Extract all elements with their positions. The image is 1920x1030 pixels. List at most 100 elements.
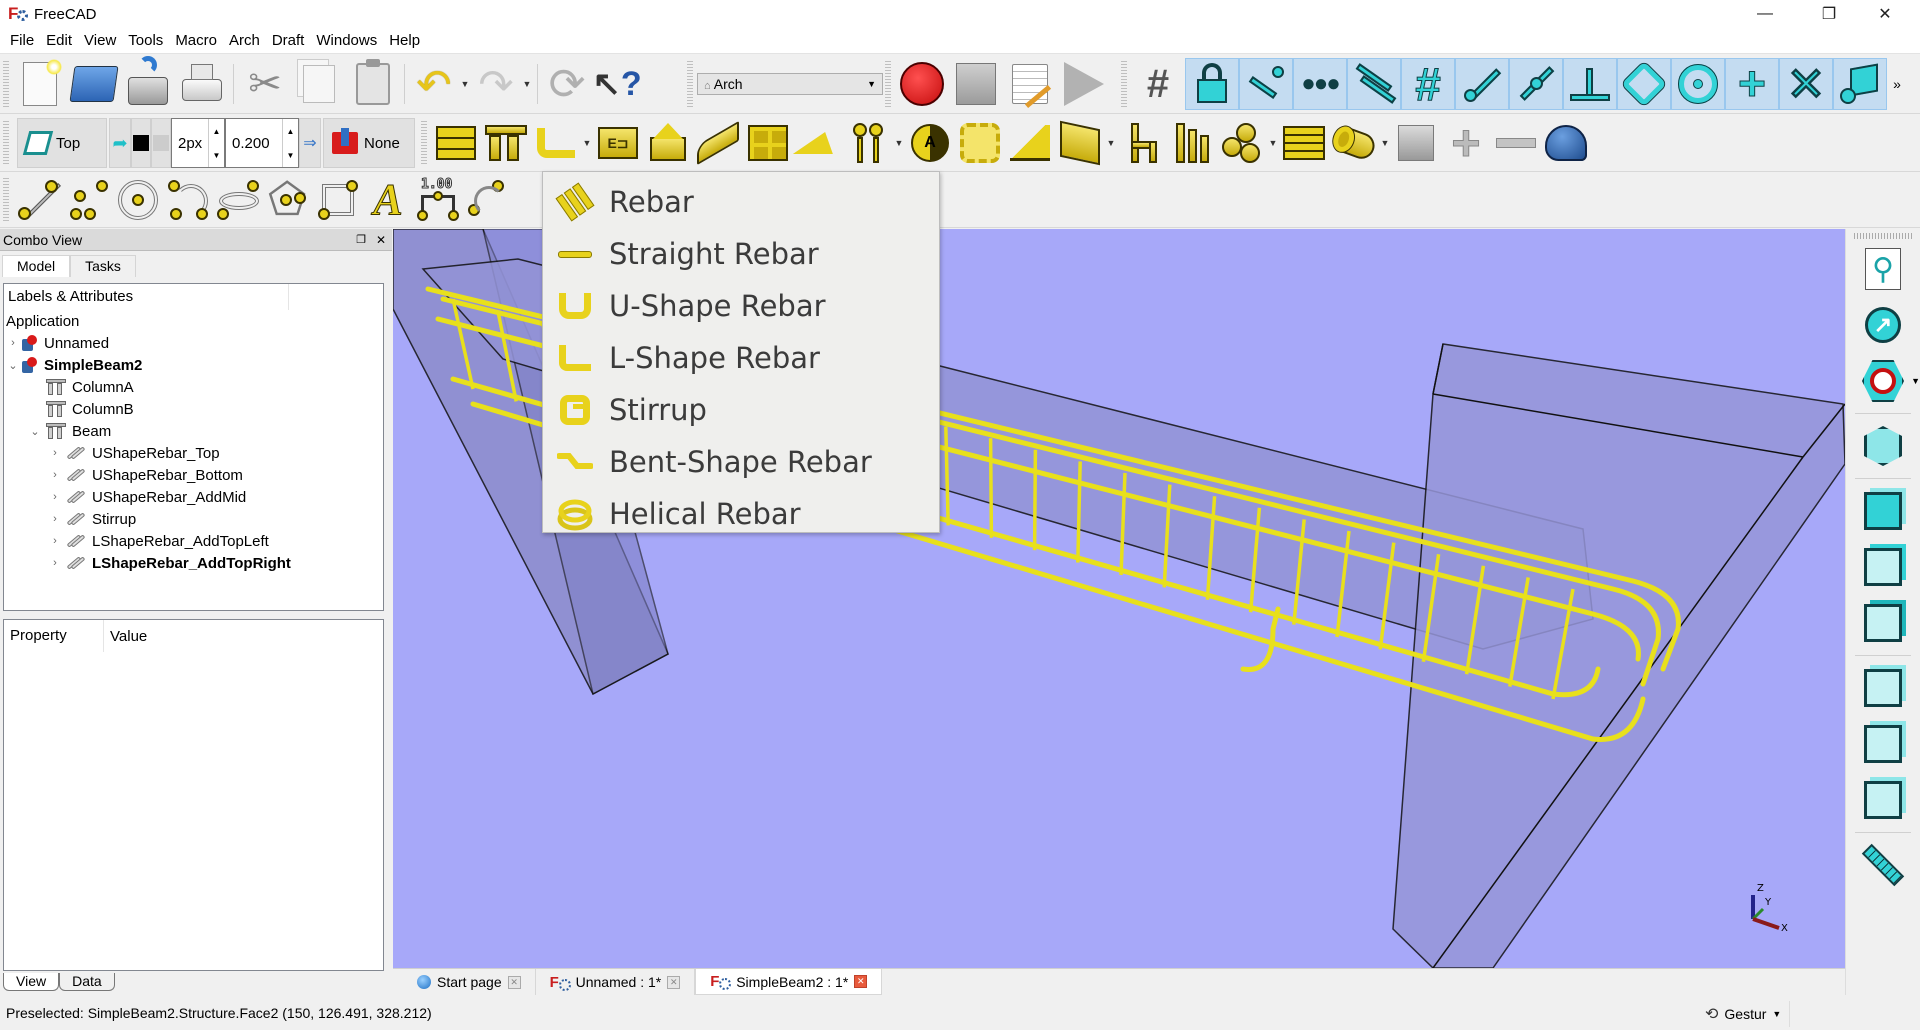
tree-item-ushaperebar-bottom[interactable]: › UShapeRebar_Bottom	[4, 464, 383, 486]
refresh-button[interactable]: ⟳	[542, 60, 592, 109]
close-tab-icon[interactable]: ✕	[507, 975, 521, 989]
fit-selection-button[interactable]: ↗	[1856, 299, 1910, 351]
view-isometric-button[interactable]	[1856, 420, 1910, 472]
menu-item-rebar[interactable]: Rebar	[543, 176, 939, 228]
draft-text-button[interactable]: A	[363, 175, 413, 225]
value-column-header[interactable]: Value	[104, 628, 147, 645]
tab-start-page[interactable]: Start page ✕	[403, 969, 536, 995]
expand-icon[interactable]: ›	[48, 447, 62, 459]
view-front-button[interactable]	[1856, 485, 1910, 537]
arch-section-plane-button[interactable]: A	[905, 119, 955, 167]
expand-icon[interactable]: ›	[6, 337, 20, 349]
tab-tasks[interactable]: Tasks	[70, 255, 136, 277]
line-color-button[interactable]	[131, 118, 151, 168]
arch-floor-button[interactable]: E⊐	[593, 119, 643, 167]
face-color-button[interactable]	[151, 118, 171, 168]
execute-macro-button[interactable]	[1057, 58, 1111, 110]
tree-item-lshaperebar-addtopleft[interactable]: › LShapeRebar_AddTopLeft	[4, 530, 383, 552]
arch-pipe-button[interactable]	[1328, 119, 1379, 167]
arch-frame-button[interactable]	[1167, 119, 1217, 167]
snap-midpoint-button[interactable]: ●●●	[1293, 58, 1347, 110]
snap-ortho-button[interactable]: +	[1725, 57, 1779, 111]
arch-structure-button[interactable]	[481, 119, 531, 167]
menu-help[interactable]: Help	[383, 28, 426, 54]
snap-near-button[interactable]	[1563, 58, 1617, 110]
spin-down-icon[interactable]: ▼	[287, 151, 295, 160]
edit-macros-button[interactable]	[1003, 58, 1057, 110]
font-size-input[interactable]: 0.200 ▲ ▼	[225, 118, 299, 168]
arch-fence-button[interactable]	[1217, 119, 1267, 167]
tree-item-ushaperebar-top[interactable]: › UShapeRebar_Top	[4, 442, 383, 464]
expand-icon[interactable]: ›	[48, 535, 62, 547]
close-tab-icon[interactable]: ✕	[854, 975, 868, 988]
save-document-button[interactable]	[121, 56, 175, 110]
redo-button[interactable]: ↷	[471, 60, 521, 108]
arch-schedule-button[interactable]	[1279, 119, 1329, 167]
menu-item-helical-rebar[interactable]: Helical Rebar	[543, 488, 939, 540]
menu-item-l-shape-rebar[interactable]: L-Shape Rebar	[543, 332, 939, 384]
snap-working-plane-button[interactable]	[1833, 58, 1887, 110]
cells-dropdown[interactable]: ▼	[1267, 138, 1279, 148]
open-document-button[interactable]	[67, 58, 121, 110]
apply-style-button[interactable]: ⇒	[299, 118, 321, 168]
arch-building-button[interactable]	[643, 119, 693, 167]
copy-button[interactable]	[292, 58, 346, 110]
construction-mode-button[interactable]: ➦	[109, 118, 131, 168]
stop-macro-button[interactable]	[949, 58, 1003, 110]
draft-wire-button[interactable]	[63, 176, 113, 224]
tab-model[interactable]: Model	[2, 255, 71, 277]
arch-survey-button[interactable]	[1541, 119, 1591, 167]
tree-item-stirrup[interactable]: › Stirrup	[4, 508, 383, 530]
print-button[interactable]	[175, 58, 229, 110]
draft-rectangle-button[interactable]	[313, 176, 363, 224]
menu-item-stirrup[interactable]: Stirrup	[543, 384, 939, 436]
view-rear-button[interactable]	[1856, 662, 1910, 714]
snap-extension-button[interactable]	[1509, 58, 1563, 110]
menu-arch[interactable]: Arch	[223, 28, 266, 54]
tab-view[interactable]: View	[3, 973, 60, 991]
close-panel-icon[interactable]: ✕	[376, 233, 386, 247]
snap-intersection-button[interactable]: #	[1401, 58, 1455, 111]
draw-style-dropdown[interactable]: ▼	[1911, 376, 1920, 386]
draft-line-button[interactable]	[13, 176, 63, 224]
menu-tools[interactable]: Tools	[122, 28, 169, 54]
menu-item-u-shape-rebar[interactable]: U-Shape Rebar	[543, 280, 939, 332]
menu-windows[interactable]: Windows	[310, 28, 383, 54]
arch-component-button[interactable]	[1391, 119, 1441, 167]
arch-panel-button[interactable]	[1055, 119, 1105, 167]
arch-window-button[interactable]	[743, 119, 793, 167]
undo-dropdown[interactable]: ▼	[459, 79, 471, 89]
snap-perpendicular-button[interactable]	[1455, 58, 1509, 110]
spin-up-icon[interactable]: ▲	[287, 127, 295, 136]
line-width-input[interactable]: 2px ▲ ▼	[171, 118, 225, 168]
minimize-button[interactable]: —	[1742, 0, 1788, 28]
draft-arc-button[interactable]	[163, 176, 213, 224]
spin-down-icon[interactable]: ▼	[213, 151, 221, 160]
maximize-button[interactable]: ❐	[1806, 0, 1852, 28]
tree-item-beam[interactable]: ⌄ Beam	[4, 420, 383, 442]
measure-distance-button[interactable]	[1856, 839, 1910, 891]
menu-draft[interactable]: Draft	[266, 28, 311, 54]
toolbar-grip[interactable]	[885, 60, 891, 108]
arch-axis-button[interactable]	[843, 119, 893, 167]
rebar-dropdown[interactable]: ▼	[581, 138, 593, 148]
panel-dropdown[interactable]: ▼	[1105, 138, 1117, 148]
paste-button[interactable]	[346, 58, 400, 110]
view-left-button[interactable]	[1856, 774, 1910, 826]
arch-roof-button[interactable]	[792, 119, 844, 167]
fit-all-button[interactable]: ⚲	[1856, 243, 1910, 295]
menu-item-bent-shape-rebar[interactable]: Bent-Shape Rebar	[543, 436, 939, 488]
arch-rebar-button[interactable]	[531, 119, 581, 167]
close-tab-icon[interactable]: ✕	[667, 975, 681, 989]
view-bottom-button[interactable]	[1856, 718, 1910, 770]
draft-circle-button[interactable]	[113, 176, 163, 224]
property-column-header[interactable]: Property	[4, 620, 104, 652]
snap-center-button[interactable]	[1671, 58, 1725, 110]
new-document-button[interactable]	[13, 58, 67, 110]
snap-grid-button[interactable]: #	[1131, 58, 1185, 110]
draft-bspline-button[interactable]	[463, 176, 513, 224]
tab-unnamed[interactable]: F Unnamed : 1* ✕	[535, 969, 696, 995]
tree-item-lshaperebar-addtopright[interactable]: › LShapeRebar_AddTopRight	[4, 552, 383, 574]
draft-polygon-button[interactable]: ⬠	[263, 175, 313, 224]
expand-icon[interactable]: ›	[48, 513, 62, 525]
